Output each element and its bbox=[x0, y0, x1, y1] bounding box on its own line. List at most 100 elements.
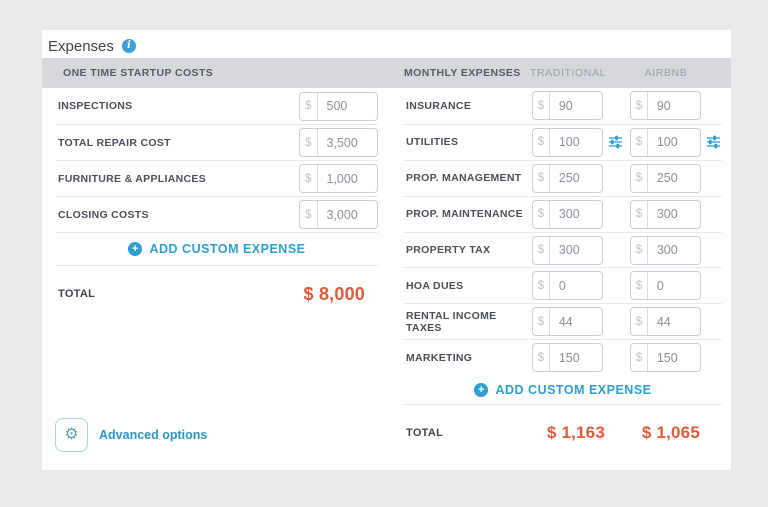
column-header-airbnb: AIRBNB bbox=[617, 58, 715, 88]
prop-management-traditional-input[interactable] bbox=[550, 165, 602, 192]
amount-input-group: $ bbox=[630, 343, 701, 372]
amount-input-group: $ bbox=[299, 128, 378, 157]
amount-input-group: $ bbox=[299, 200, 378, 229]
amount-input-group: $ bbox=[532, 164, 603, 193]
add-custom-expense-row: + ADD CUSTOM EXPENSE bbox=[404, 376, 722, 405]
table-row: TOTAL REPAIR COST $ bbox=[56, 124, 378, 160]
amount-input-group: $ bbox=[630, 200, 701, 229]
furniture-appliances-input[interactable] bbox=[318, 165, 378, 192]
add-custom-expense-button[interactable]: + ADD CUSTOM EXPENSE bbox=[474, 383, 651, 397]
expense-label: FURNITURE & APPLIANCES bbox=[56, 173, 206, 185]
currency-prefix: $ bbox=[300, 201, 318, 228]
amount-input-group: $ bbox=[532, 91, 603, 120]
info-icon[interactable]: i bbox=[122, 39, 136, 53]
add-custom-expense-row: + ADD CUSTOM EXPENSE bbox=[56, 232, 378, 266]
startup-total-value: $ 8,000 bbox=[304, 284, 378, 305]
prop-management-airbnb-input[interactable] bbox=[648, 165, 700, 192]
utilities-airbnb-input[interactable] bbox=[648, 129, 700, 156]
startup-total-row: TOTAL $ 8,000 bbox=[56, 266, 378, 322]
airbnb-total-value: $ 1,065 bbox=[642, 423, 700, 443]
currency-prefix: $ bbox=[533, 272, 550, 299]
table-row: MARKETING $ $ bbox=[404, 339, 722, 375]
prop-maintenance-airbnb-input[interactable] bbox=[648, 201, 700, 228]
amount-input-group: $ bbox=[532, 200, 603, 229]
expense-label: MARKETING bbox=[404, 352, 532, 364]
traditional-total-value: $ 1,163 bbox=[547, 423, 605, 443]
advanced-options-row: ⚙ Advanced options bbox=[55, 418, 207, 452]
inspections-input[interactable] bbox=[318, 93, 378, 120]
advanced-options-button[interactable]: ⚙ bbox=[55, 418, 88, 452]
currency-prefix: $ bbox=[631, 92, 648, 119]
sliders-icon[interactable] bbox=[706, 135, 721, 149]
expense-label: INSURANCE bbox=[404, 100, 532, 112]
total-label: TOTAL bbox=[404, 427, 532, 439]
column-header-traditional: TRADITIONAL bbox=[519, 58, 617, 88]
table-header-band: ONE TIME STARTUP COSTS MONTHLY EXPENSES … bbox=[42, 58, 731, 88]
hoa-dues-traditional-input[interactable] bbox=[550, 272, 602, 299]
amount-input-group: $ bbox=[532, 271, 603, 300]
property-tax-airbnb-input[interactable] bbox=[648, 237, 700, 264]
currency-prefix: $ bbox=[533, 344, 550, 371]
currency-prefix: $ bbox=[300, 129, 318, 156]
table-row: INSURANCE $ $ bbox=[404, 88, 722, 124]
table-row: PROP. MAINTENANCE $ $ bbox=[404, 196, 722, 232]
table-row: RENTAL INCOME TAXES $ $ bbox=[404, 303, 722, 339]
currency-prefix: $ bbox=[533, 201, 550, 228]
amount-input-group: $ bbox=[630, 307, 701, 336]
add-custom-expense-label: ADD CUSTOM EXPENSE bbox=[149, 242, 305, 256]
currency-prefix: $ bbox=[300, 93, 318, 120]
table-row: HOA DUES $ $ bbox=[404, 267, 722, 303]
expenses-card: Expenses i ONE TIME STARTUP COSTS MONTHL… bbox=[42, 30, 731, 470]
amount-input-group: $ bbox=[630, 128, 701, 157]
table-row: FURNITURE & APPLIANCES $ bbox=[56, 160, 378, 196]
currency-prefix: $ bbox=[631, 272, 648, 299]
currency-prefix: $ bbox=[631, 237, 648, 264]
expense-label: PROP. MAINTENANCE bbox=[404, 208, 532, 220]
expense-label: UTILITIES bbox=[404, 136, 532, 148]
marketing-traditional-input[interactable] bbox=[550, 344, 602, 371]
gear-icon: ⚙ bbox=[64, 427, 78, 443]
expense-label: RENTAL INCOME TAXES bbox=[404, 310, 532, 334]
monthly-expenses-header: MONTHLY EXPENSES bbox=[404, 58, 521, 88]
currency-prefix: $ bbox=[533, 237, 550, 264]
startup-costs-table: INSPECTIONS $ TOTAL REPAIR COST $ FURNIT… bbox=[56, 88, 378, 322]
table-row: PROPERTY TAX $ $ bbox=[404, 232, 722, 268]
page-title: Expenses bbox=[48, 38, 114, 55]
utilities-traditional-input[interactable] bbox=[550, 129, 602, 156]
currency-prefix: $ bbox=[533, 165, 550, 192]
property-tax-traditional-input[interactable] bbox=[550, 237, 602, 264]
currency-prefix: $ bbox=[533, 308, 550, 335]
prop-maintenance-traditional-input[interactable] bbox=[550, 201, 602, 228]
table-row: PROP. MANAGEMENT $ $ bbox=[404, 160, 722, 196]
table-row: CLOSING COSTS $ bbox=[56, 196, 378, 232]
sliders-icon[interactable] bbox=[608, 135, 623, 149]
marketing-airbnb-input[interactable] bbox=[648, 344, 700, 371]
amount-input-group: $ bbox=[532, 343, 603, 372]
rental-income-taxes-airbnb-input[interactable] bbox=[648, 308, 700, 335]
amount-input-group: $ bbox=[532, 307, 603, 336]
total-repair-cost-input[interactable] bbox=[318, 129, 378, 156]
add-custom-expense-button[interactable]: + ADD CUSTOM EXPENSE bbox=[128, 242, 305, 256]
amount-input-group: $ bbox=[532, 128, 603, 157]
currency-prefix: $ bbox=[631, 201, 648, 228]
advanced-options-link[interactable]: Advanced options bbox=[99, 428, 207, 442]
table-row: UTILITIES $ bbox=[404, 124, 722, 160]
rental-income-taxes-traditional-input[interactable] bbox=[550, 308, 602, 335]
page-background: Expenses i ONE TIME STARTUP COSTS MONTHL… bbox=[0, 0, 768, 507]
expense-label: INSPECTIONS bbox=[56, 100, 132, 112]
insurance-traditional-input[interactable] bbox=[550, 92, 602, 119]
expense-label: TOTAL REPAIR COST bbox=[56, 137, 171, 149]
expense-label: PROP. MANAGEMENT bbox=[404, 172, 532, 184]
hoa-dues-airbnb-input[interactable] bbox=[648, 272, 700, 299]
amount-input-group: $ bbox=[630, 271, 701, 300]
monthly-total-row: TOTAL $ 1,163 $ 1,065 bbox=[404, 405, 722, 461]
startup-costs-header: ONE TIME STARTUP COSTS bbox=[63, 58, 213, 88]
amount-input-group: $ bbox=[532, 236, 603, 265]
currency-prefix: $ bbox=[631, 129, 648, 156]
insurance-airbnb-input[interactable] bbox=[648, 92, 700, 119]
table-row: INSPECTIONS $ bbox=[56, 88, 378, 124]
add-custom-expense-label: ADD CUSTOM EXPENSE bbox=[495, 383, 651, 397]
currency-prefix: $ bbox=[631, 344, 648, 371]
closing-costs-input[interactable] bbox=[318, 201, 378, 228]
amount-input-group: $ bbox=[299, 164, 378, 193]
